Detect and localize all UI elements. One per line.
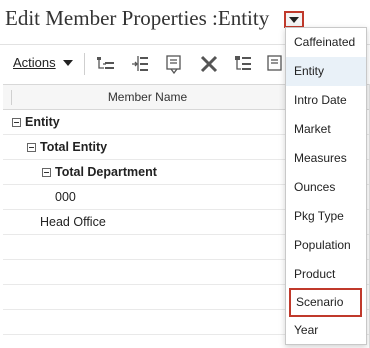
menu-item-pkg-type[interactable]: Pkg Type [286, 202, 366, 231]
member-name: Entity [25, 115, 60, 129]
move-icon[interactable] [233, 54, 253, 74]
menu-item-caffeinated[interactable]: Caffeinated [286, 28, 366, 57]
menu-item-product[interactable]: Product [286, 260, 366, 289]
dimension-dropdown-button[interactable] [284, 11, 304, 28]
actions-menu-button[interactable]: Actions [13, 55, 73, 70]
chevron-down-icon [289, 17, 299, 23]
collapse-icon[interactable] [12, 117, 21, 127]
add-sibling-icon[interactable] [130, 54, 150, 74]
menu-item-measures[interactable]: Measures [286, 144, 366, 173]
menu-item-market[interactable]: Market [286, 115, 366, 144]
menu-item-intro-date[interactable]: Intro Date [286, 86, 366, 115]
dimension-dropdown-menu: Caffeinated Entity Intro Date Market Mea… [285, 27, 367, 345]
menu-item-population[interactable]: Population [286, 231, 366, 260]
member-name: Head Office [40, 215, 106, 229]
member-name: 000 [55, 190, 76, 204]
collapse-icon[interactable] [42, 167, 51, 177]
menu-item-year[interactable]: Year [286, 316, 366, 345]
edit-member-icon[interactable] [164, 54, 184, 74]
toolbar-divider [84, 53, 85, 75]
page-title: Edit Member Properties :Entity [5, 6, 270, 30]
member-name: Total Entity [40, 140, 108, 154]
actions-label: Actions [13, 55, 56, 70]
member-name: Total Department [55, 165, 157, 179]
menu-item-scenario[interactable]: Scenario [289, 288, 362, 317]
column-header-member-name[interactable]: Member Name [3, 90, 292, 104]
caret-down-icon [62, 59, 73, 66]
delete-icon[interactable] [199, 54, 219, 74]
add-child-icon[interactable] [96, 54, 116, 74]
menu-item-entity[interactable]: Entity [286, 57, 366, 86]
menu-item-ounces[interactable]: Ounces [286, 173, 366, 202]
properties-icon[interactable] [266, 54, 286, 74]
collapse-icon[interactable] [27, 142, 36, 152]
